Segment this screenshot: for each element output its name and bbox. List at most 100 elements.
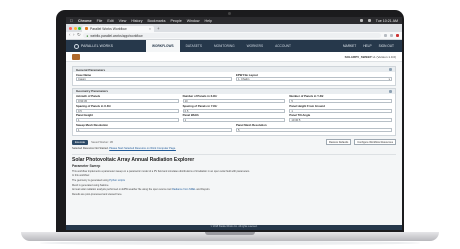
camera-icon <box>228 12 231 15</box>
panels-x-input[interactable]: 10 <box>182 99 286 104</box>
forward-icon[interactable]: › <box>73 33 75 38</box>
description-paragraph: Annual solar radiation analysis performe… <box>72 188 396 191</box>
field: EPW File Layout 1. Chaitin ▾ <box>236 73 392 82</box>
nav-monitoring[interactable]: MONITORING <box>208 40 241 52</box>
window-controls <box>69 26 81 30</box>
description-paragraph: Mesh is generated using Salome. <box>72 183 110 187</box>
close-window-icon[interactable] <box>69 26 72 30</box>
field-row: Sweep Mesh Resolution 1 Panel Mesh Resolu… <box>76 123 392 132</box>
field: Panel Mesh Resolution 5 <box>236 123 392 132</box>
nav-account[interactable]: ACCOUNT <box>269 40 297 52</box>
field: Spacing of Panels in Y-Dir 0.5 <box>182 104 286 113</box>
lock-icon: ● <box>86 33 89 38</box>
tilt-angle-input[interactable]: 10:30:5 <box>289 118 393 123</box>
profile-icon[interactable] <box>395 33 399 38</box>
spacing-y-input[interactable]: 0.5 <box>182 108 286 113</box>
menu-help[interactable]: Help <box>205 19 212 23</box>
browser-tab-strip: Parallel Works Workflow × + <box>66 24 402 32</box>
zoom-window-icon[interactable] <box>78 26 81 30</box>
field: Number of Panels in Y-Dir 5 <box>289 95 393 104</box>
menubar-clock[interactable]: Tue 10:21 AM <box>376 19 398 23</box>
menu-window[interactable]: Window <box>187 19 200 23</box>
field: Case Name Case1 <box>76 73 232 82</box>
panel-body: Azimuth of Panels 0:90:45 Number of Panel… <box>73 94 395 135</box>
menu-bookmarks[interactable]: Bookmarks <box>148 19 166 23</box>
case-name-input[interactable]: Case1 <box>76 77 232 82</box>
nav-datasets[interactable]: DATASETS <box>180 40 208 52</box>
workflow-subtitle: Parameter Sweep <box>72 163 101 168</box>
menu-history[interactable]: History <box>131 19 142 23</box>
wifi-icon[interactable] <box>359 19 363 22</box>
analysis-text: Annual solar radiation analysis performe… <box>72 188 172 192</box>
panel-ground-height-input[interactable]: 1 <box>289 108 393 113</box>
layout-select[interactable]: 1. Chaitin ▾ <box>236 77 392 82</box>
field: Number of Panels in X-Dir 10 <box>182 95 286 104</box>
azimuth-input[interactable]: 0:90:45 <box>76 99 179 104</box>
extension-icon[interactable] <box>389 33 393 38</box>
back-icon[interactable]: ‹ <box>69 33 71 38</box>
sweep-mesh-input[interactable]: 1 <box>76 127 232 132</box>
execute-button[interactable]: Execute <box>72 139 89 146</box>
panel-height-input[interactable]: 1 <box>76 118 179 123</box>
nav-workers[interactable]: WORKERS <box>241 40 269 52</box>
spacing-x-input[interactable]: 0.5 <box>76 108 179 113</box>
laptop-notch <box>205 232 255 235</box>
menu-people[interactable]: People <box>171 19 182 23</box>
site-logo[interactable]: PARALLEL WORKS <box>74 43 146 49</box>
action-row: Execute Saved Worker: 1B Restore Default… <box>72 139 396 146</box>
field-row: Case Name Case1 EPW File Layout 1. Chait… <box>76 73 392 82</box>
general-parameters-panel: General Parameters Case Name Case1 EPW F… <box>72 66 396 86</box>
tool-id: SOLARPV_SWEEP v1 (Version 1.0.0) <box>345 55 396 59</box>
field-row: Panel Height 1 Panel Width 1 Panel Tilt An… <box>76 114 393 123</box>
browser-tab[interactable]: Parallel Works Workflow × <box>82 25 154 32</box>
panel-mesh-input[interactable]: 5 <box>236 127 392 132</box>
collapse-toggle-icon[interactable] <box>389 89 392 93</box>
resource-start-link[interactable]: Please Start Selected Resource on Work C… <box>109 147 176 150</box>
python-scripts-link[interactable]: Python scripts <box>109 179 125 182</box>
main-content: General Parameters Case Name Case1 EPW F… <box>66 62 402 198</box>
menu-view[interactable]: View <box>119 19 127 23</box>
field: Panel Height From Ground 1 <box>289 104 393 113</box>
panel-title: Geometry Parameters <box>76 89 109 94</box>
field-row: Azimuth of Panels 0:90:45 Number of Panel… <box>76 95 393 104</box>
geometry-text: The geometry is generated using <box>72 178 109 182</box>
bookmark-star-icon[interactable] <box>383 33 387 38</box>
nav-sign-out[interactable]: SIGN OUT <box>379 44 394 48</box>
restore-defaults-button[interactable]: Restore Defaults <box>325 139 352 146</box>
menu-edit[interactable]: Edit <box>107 19 113 23</box>
tool-header: SOLARPV_SWEEP v1 (Version 1.0.0) <box>66 52 402 62</box>
collapse-toggle-icon[interactable] <box>389 68 392 71</box>
menu-app-name[interactable]: Chrome <box>78 19 92 23</box>
nav-market[interactable]: MARKET <box>343 44 356 48</box>
menu-file[interactable]: File <box>97 19 103 23</box>
geometry-parameters-panel: Geometry Parameters Azimuth of Panels 0:9… <box>72 87 396 137</box>
description-paragraph: This workflow implements a parameter swe… <box>72 169 251 173</box>
radiance-link[interactable]: Radiance from NREL <box>172 188 196 191</box>
battery-icon[interactable] <box>367 19 371 22</box>
apple-menu-icon[interactable]:  <box>70 18 73 23</box>
close-tab-icon[interactable]: × <box>149 27 151 31</box>
url-field[interactable]: ● webflo.parallel.works/app/workflow <box>83 32 381 39</box>
logo-text: PARALLEL WORKS <box>81 44 113 48</box>
field: Azimuth of Panels 0:90:45 <box>76 95 179 104</box>
workflow-description: Solar Photovoltaic Array Annual Radiatio… <box>72 153 396 196</box>
tool-version: v1 (Version 1.0.0) <box>372 54 396 59</box>
description-paragraph: The geometry is generated using Python s… <box>72 179 396 182</box>
field: Sweep Mesh Resolution 1 <box>76 123 232 132</box>
reload-icon[interactable]: ↻ <box>77 33 81 38</box>
nav-help[interactable]: HELP <box>363 44 371 48</box>
resource-status-text: Selected Resource Not Started. <box>72 146 109 150</box>
panel-width-input[interactable]: 1 <box>182 118 286 123</box>
panels-y-input[interactable]: 5 <box>289 99 393 104</box>
resource-status: Selected Resource Not Started. Please St… <box>72 147 396 150</box>
nav-workflows[interactable]: WORKFLOWS <box>146 40 180 52</box>
field-row: Spacing of Panels in X-Dir 0.5 Spacing of… <box>76 104 393 113</box>
tool-logo-icon <box>72 53 80 60</box>
description-paragraph: In this workflow: <box>72 174 90 178</box>
new-tab-icon[interactable]: + <box>157 26 160 32</box>
site-footer: © 2018 Parallel Works Inc. All rights re… <box>66 225 402 230</box>
field: Panel Height 1 <box>76 114 179 123</box>
workflow-title: Solar Photovoltaic Array Annual Radiatio… <box>72 156 195 163</box>
minimize-window-icon[interactable] <box>73 26 77 30</box>
configure-resources-button[interactable]: Configure Workflow Resources <box>354 139 396 146</box>
